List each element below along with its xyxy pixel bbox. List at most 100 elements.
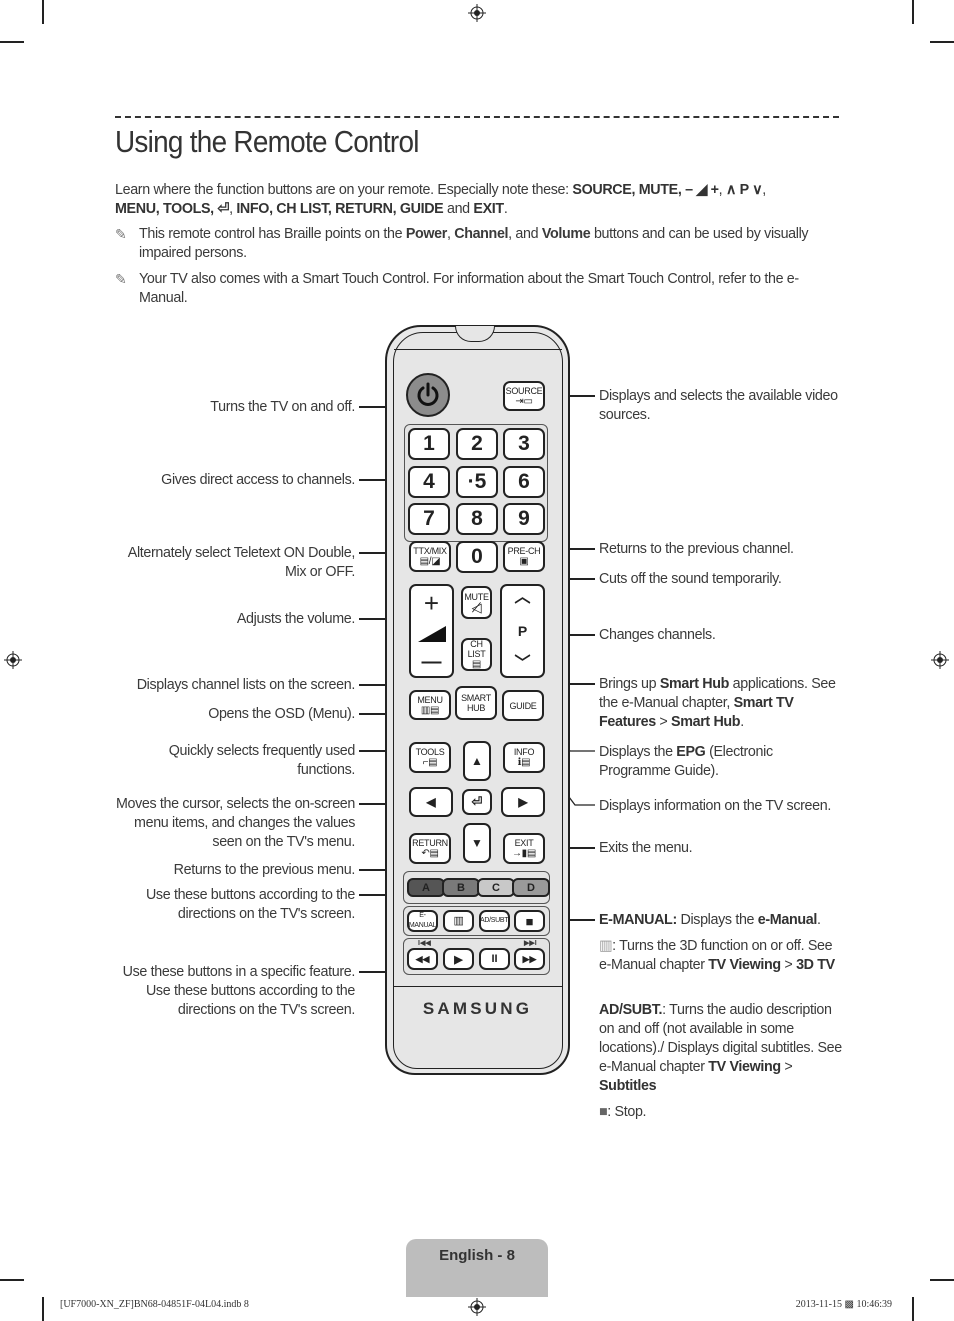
ttx-mix-button[interactable]: TTX/MIX ▤/◪ xyxy=(409,541,451,572)
crop-mark xyxy=(42,1297,44,1321)
source-icon: ⇥▭ xyxy=(515,395,533,407)
label-navigation: Moves the cursor, selects the on-screen … xyxy=(115,796,355,850)
intro-paragraph: Learn where the function buttons are on … xyxy=(115,182,766,217)
tools-icon: ⌐▤ xyxy=(422,757,438,768)
registration-mark-icon xyxy=(468,4,486,22)
digit-2-button[interactable]: 2 xyxy=(456,428,498,460)
menu-button[interactable]: MENU ▥▤ xyxy=(409,690,451,720)
enter-button[interactable]: ⏎ xyxy=(462,789,492,815)
digit-9-button[interactable]: 9 xyxy=(503,503,545,535)
volume-up-icon[interactable]: + xyxy=(424,590,439,616)
e-manual-button[interactable]: E-MANUAL xyxy=(407,910,438,932)
ad-subt-button[interactable]: AD/SUBT. xyxy=(479,910,510,932)
ch-list-icon: ▤ xyxy=(471,659,482,670)
label-tools: Quickly selects frequently used function… xyxy=(168,743,356,778)
right-arrow-button[interactable]: ▶ xyxy=(501,787,545,817)
digit-7-button[interactable]: 7 xyxy=(408,503,450,535)
note-braille: ✎ This remote control has Braille points… xyxy=(115,226,809,261)
play-button[interactable]: ▶ xyxy=(443,948,474,970)
brand-logo: SAMSUNG xyxy=(422,999,533,1018)
tools-button[interactable]: TOOLS ⌐▤ xyxy=(409,742,451,773)
3d-icon: ▥ xyxy=(599,938,613,954)
volume-down-icon[interactable]: — xyxy=(422,652,442,672)
footer-timestamp: 2013-11-15 ▩ 10:46:39 xyxy=(795,1299,892,1310)
volume-rocker[interactable]: + — xyxy=(409,584,454,678)
pause-button[interactable]: II xyxy=(479,948,510,970)
label-color-buttons: Use these buttons according to the direc… xyxy=(145,887,355,922)
down-arrow-button[interactable]: ▼ xyxy=(463,823,491,863)
label-power: Turns the TV on and off. xyxy=(210,399,355,415)
power-button[interactable] xyxy=(406,373,450,417)
3d-button[interactable]: ▥ xyxy=(443,910,474,932)
label-info: Displays information on the TV screen. xyxy=(599,798,831,814)
previous-track-icon: I◀◀ xyxy=(418,940,431,947)
return-button[interactable]: RETURN ↶▤ xyxy=(409,833,451,864)
label-emanual: E-MANUAL: Displays the e-Manual. xyxy=(599,912,821,928)
crop-mark xyxy=(0,1279,24,1281)
channel-up-icon[interactable]: ︿ xyxy=(514,590,530,606)
registration-mark-icon xyxy=(931,651,949,669)
left-arrow-button[interactable]: ◀ xyxy=(409,787,453,817)
remote-divider xyxy=(394,986,562,987)
mute-button[interactable]: MUTE ◁̸ xyxy=(461,586,492,619)
channel-down-icon[interactable]: ﹀ xyxy=(514,656,530,672)
color-button-b[interactable]: B xyxy=(442,878,480,897)
registration-mark-icon xyxy=(468,1298,486,1316)
digit-5-button[interactable]: ·5 xyxy=(456,466,498,498)
crop-mark xyxy=(930,41,954,43)
crop-mark xyxy=(912,1297,914,1321)
return-icon: ↶▤ xyxy=(421,848,439,859)
label-exit: Exits the menu. xyxy=(599,840,693,856)
volume-icon xyxy=(417,626,446,642)
label-ttx: Alternately select Teletext ON Double, M… xyxy=(127,545,356,580)
color-button-c[interactable]: C xyxy=(477,878,515,897)
teletext-icon: ▤/◪ xyxy=(419,556,441,567)
label-smarthub: Brings up Smart Hub applications. See th… xyxy=(599,676,836,730)
pencil-note-icon: ✎ xyxy=(115,226,127,242)
crop-mark xyxy=(930,1279,954,1281)
crop-mark xyxy=(42,0,44,24)
volume-symbol: – ◢ + xyxy=(685,182,719,198)
info-button[interactable]: INFO ℹ▤ xyxy=(503,742,545,773)
title-rule xyxy=(115,116,839,118)
label-adsubt: AD/SUBT.: Turns the audio description on… xyxy=(599,1002,842,1094)
color-button-d[interactable]: D xyxy=(512,878,550,897)
digit-8-button[interactable]: 8 xyxy=(456,503,498,535)
mute-icon: ◁̸ xyxy=(471,600,482,615)
digit-1-button[interactable]: 1 xyxy=(408,428,450,460)
label-chlist: Displays channel lists on the screen. xyxy=(136,677,356,693)
label-3d: ▥: Turns the 3D function on or off. See … xyxy=(599,938,835,973)
note-smart-touch: ✎ Your TV also comes with a Smart Touch … xyxy=(115,271,799,306)
digit-4-button[interactable]: 4 xyxy=(408,466,450,498)
channel-p-label: P xyxy=(517,623,528,639)
channel-rocker[interactable]: ︿ P ﹀ xyxy=(500,584,545,678)
color-button-a[interactable]: A xyxy=(407,878,445,897)
fast-forward-button[interactable]: ▶▶ xyxy=(514,948,545,970)
page-title: Using the Remote Control xyxy=(115,124,419,159)
power-icon xyxy=(417,382,439,406)
digit-6-button[interactable]: 6 xyxy=(503,466,545,498)
ch-list-button[interactable]: CH LIST ▤ xyxy=(461,638,492,671)
label-stop: ■: Stop. xyxy=(599,1104,647,1120)
label-menu: Opens the OSD (Menu). xyxy=(208,706,355,722)
source-button[interactable]: SOURCE ⇥▭ xyxy=(503,381,545,411)
prech-icon: ▣ xyxy=(519,556,529,567)
label-volume: Adjusts the volume. xyxy=(236,611,355,627)
page-number-tab: English - 8 xyxy=(406,1239,548,1297)
smart-hub-button[interactable]: SMART HUB xyxy=(455,686,497,720)
label-mute: Cuts off the sound temporarily. xyxy=(599,571,782,587)
exit-button[interactable]: EXIT →▮▤ xyxy=(503,833,545,864)
stop-button[interactable]: ■ xyxy=(514,910,545,932)
digit-3-button[interactable]: 3 xyxy=(503,428,545,460)
crop-mark xyxy=(912,0,914,24)
digit-0-button[interactable]: 0 xyxy=(456,541,498,573)
rewind-button[interactable]: ◀◀ xyxy=(407,948,438,970)
pencil-note-icon: ✎ xyxy=(115,271,127,287)
label-playback: Use these buttons in a specific feature.… xyxy=(122,964,356,1018)
menu-icon: ▥▤ xyxy=(420,704,440,716)
guide-button[interactable]: GUIDE xyxy=(502,690,544,721)
prech-button[interactable]: PRE-CH ▣ xyxy=(503,541,545,572)
label-channel: Changes channels. xyxy=(599,627,716,643)
label-numbers: Gives direct access to channels. xyxy=(161,472,355,488)
up-arrow-button[interactable]: ▲ xyxy=(463,741,491,781)
